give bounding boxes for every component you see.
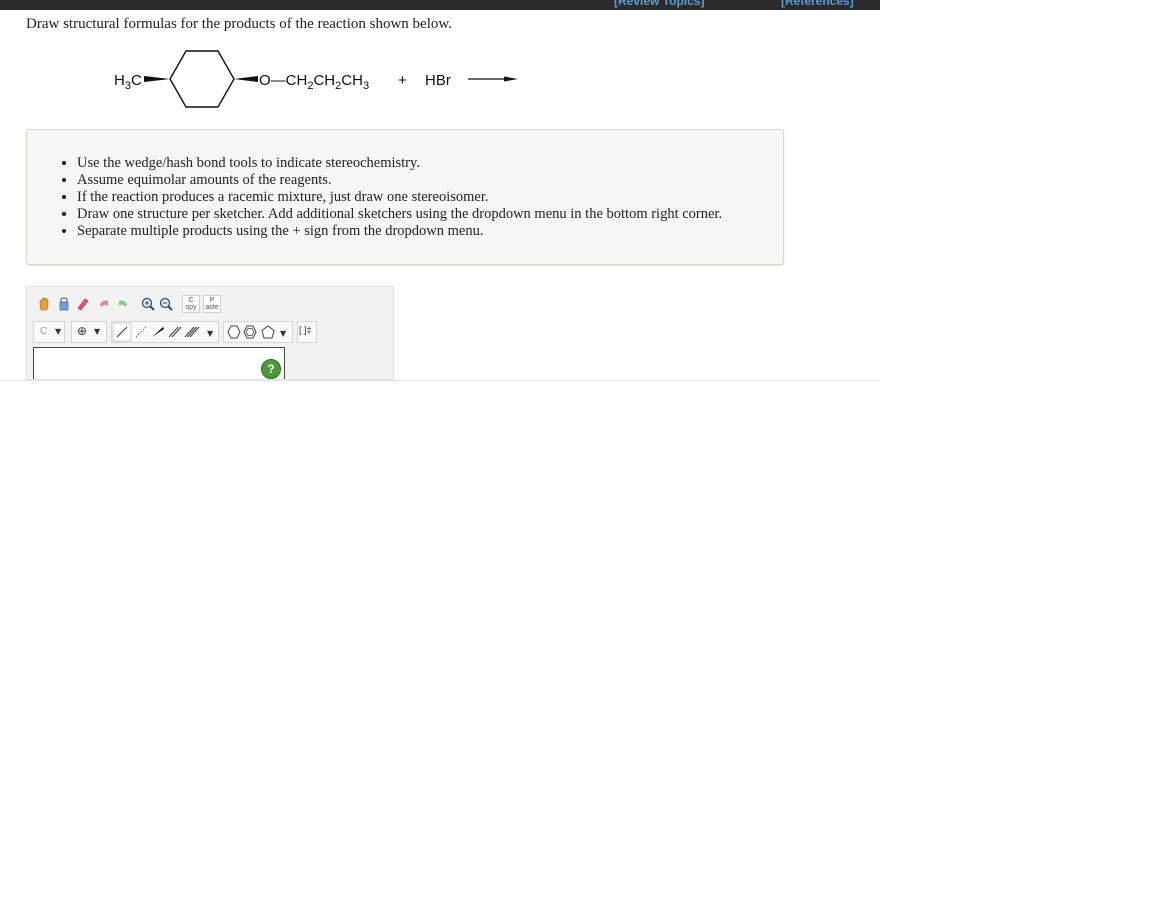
wedge-bond-left [144,76,170,82]
instruction-item: If the reaction produces a racemic mixtu… [77,189,722,206]
lasso-select-icon[interactable] [56,296,72,312]
bracket-tool[interactable]: [ ]‡ [297,321,317,343]
methyl-group-label: H3C [114,72,142,92]
chevron-down-icon[interactable]: ▼ [280,329,287,338]
copy-label: Copy [185,297,197,311]
sketch-canvas[interactable]: ? [33,347,285,379]
charge-plus-icon: ⊕ [77,324,88,338]
structure-sketcher: Copy Paste C ▼ ⊕ ▼ ▼ ▼ [ ]‡ ? [26,286,394,380]
copy-button[interactable]: Copy [182,295,200,313]
chevron-down-icon[interactable]: ▼ [207,329,214,338]
question-prompt: Draw structural formulas for the product… [26,16,452,32]
instruction-item: Separate multiple products using the + s… [77,223,722,240]
zoom-out-icon[interactable] [158,296,174,312]
plus-sign: + [398,72,407,89]
paste-button[interactable]: Paste [203,295,221,313]
atom-selector-value: C [40,326,48,337]
instruction-item: Use the wedge/hash bond tools to indicat… [77,155,722,172]
cyclohexane-ring-icon[interactable] [227,325,241,339]
ring-tools: ▼ [223,321,293,343]
cyclohexane-ring [169,50,235,108]
wedge-bond-icon[interactable] [152,327,164,337]
divider [0,380,880,381]
hand-tool-icon[interactable] [36,296,52,312]
bracket-tool-label: [ ]‡ [299,325,312,335]
undo-icon[interactable] [96,296,112,312]
triple-bond-icon[interactable] [184,326,200,338]
cyclopentane-ring-icon[interactable] [261,325,275,339]
double-bond-icon[interactable] [168,326,182,338]
eraser-icon[interactable] [75,296,91,312]
bond-tools: ▼ [111,321,219,343]
propoxy-group-label: O—CH2CH2CH3 [259,72,369,92]
references-link[interactable]: [References] [781,0,854,8]
single-bond-icon[interactable] [112,322,132,342]
reaction-scheme: H3C O—CH2CH2CH3 + HBr [100,42,540,116]
help-icon[interactable]: ? [261,359,281,379]
hash-bond-icon[interactable] [135,326,147,338]
charge-selector[interactable]: ⊕ ▼ [71,321,107,343]
review-topics-link[interactable]: [Review Topics] [614,0,704,8]
top-bar: [Review Topics] [References] [0,0,880,10]
wedge-bond-right [234,76,258,82]
reagent-label: HBr [425,72,451,89]
instruction-item: Assume equimolar amounts of the reagents… [77,172,722,189]
redo-icon[interactable] [115,296,131,312]
instructions-box: Use the wedge/hash bond tools to indicat… [26,129,784,265]
zoom-in-icon[interactable] [140,296,156,312]
benzene-ring-icon[interactable] [243,325,257,339]
arrow-head [504,76,518,82]
chevron-down-icon: ▼ [55,327,62,336]
instructions-list: Use the wedge/hash bond tools to indicat… [27,155,722,240]
atom-selector[interactable]: C ▼ [33,321,65,343]
instruction-item: Draw one structure per sketcher. Add add… [77,206,722,223]
chevron-down-icon: ▼ [94,327,101,336]
paste-label: Paste [205,297,219,311]
